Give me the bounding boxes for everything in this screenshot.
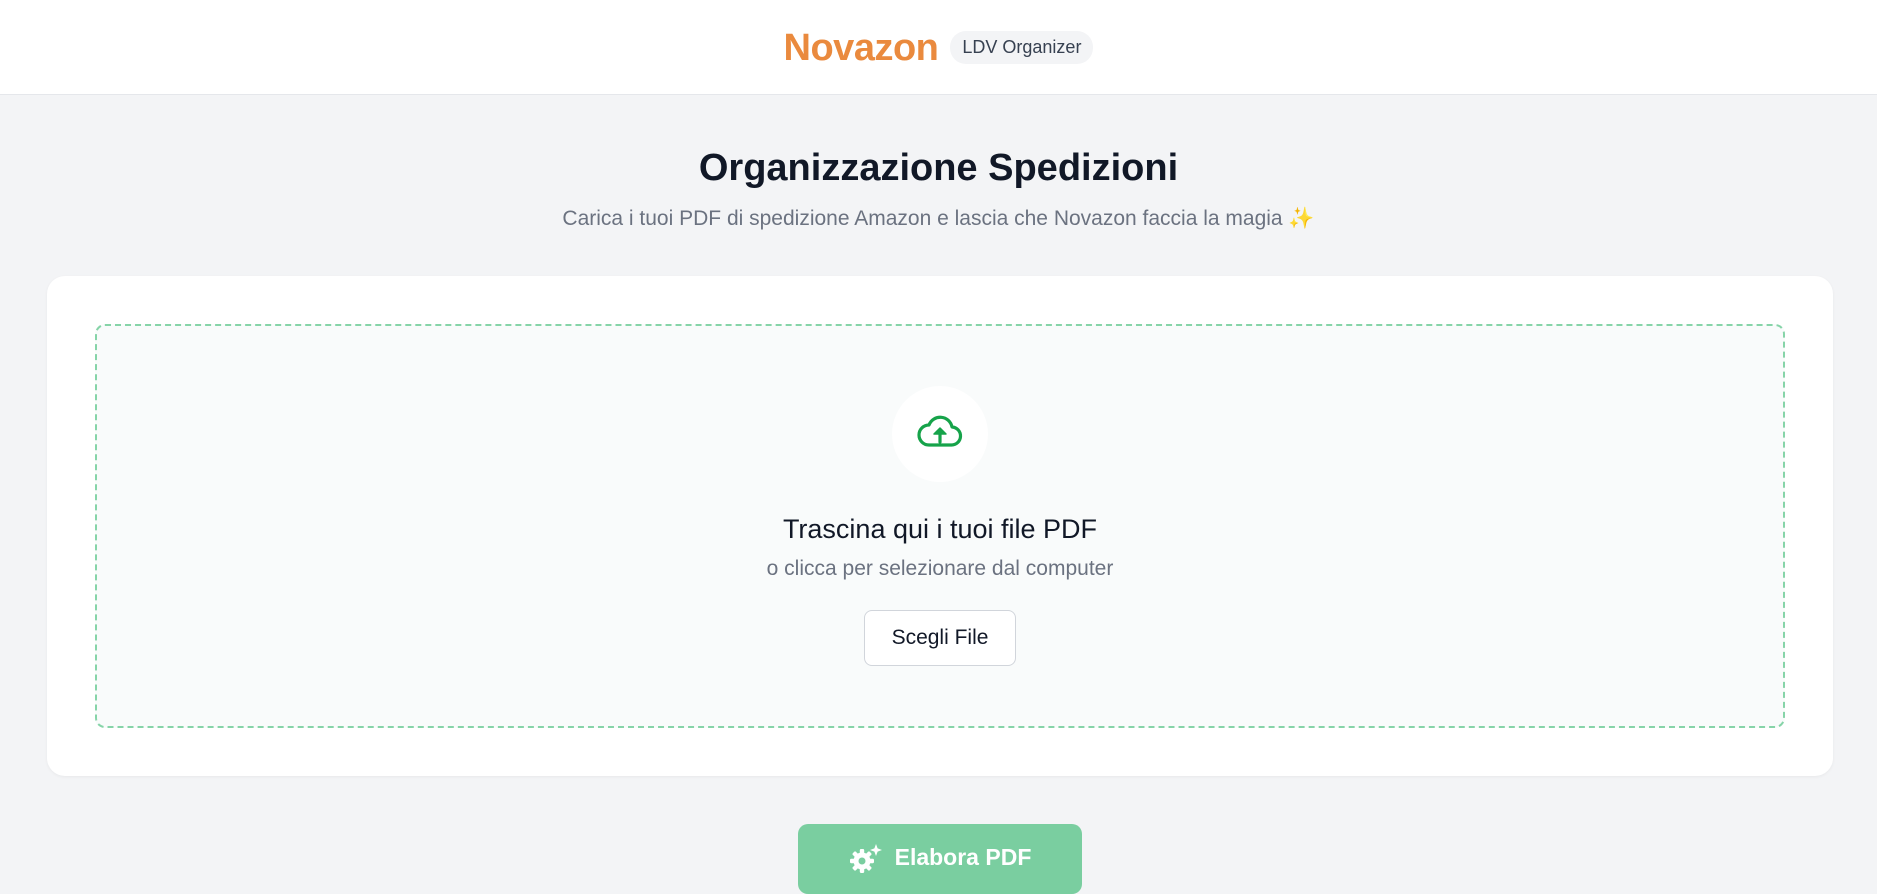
cloud-upload-icon [917, 415, 963, 454]
page-title: Organizzazione Spedizioni [698, 147, 1179, 189]
dropzone-title: Trascina qui i tuoi file PDF [782, 514, 1098, 544]
gear-sparkle-icon [849, 842, 883, 874]
process-pdf-button[interactable]: Elabora PDF [798, 824, 1082, 894]
file-dropzone[interactable]: Trascina qui i tuoi file PDF o clicca pe… [95, 324, 1785, 728]
brand-logo[interactable]: Novazon [784, 27, 939, 70]
top-bar: Novazon LDV Organizer [0, 0, 1877, 95]
dropzone-subtitle: o clicca per selezionare dal computer [766, 557, 1114, 580]
choose-file-button[interactable]: Scegli File [864, 610, 1016, 666]
upload-icon-circle [892, 386, 988, 482]
process-button-label: Elabora PDF [894, 844, 1032, 870]
app-badge: LDV Organizer [950, 30, 1094, 64]
hero-section: Organizzazione Spedizioni Carica i tuoi … [0, 140, 1877, 234]
upload-card: Trascina qui i tuoi file PDF o clicca pe… [47, 276, 1833, 776]
page-subtitle: Carica i tuoi PDF di spedizione Amazon e… [562, 207, 1315, 230]
